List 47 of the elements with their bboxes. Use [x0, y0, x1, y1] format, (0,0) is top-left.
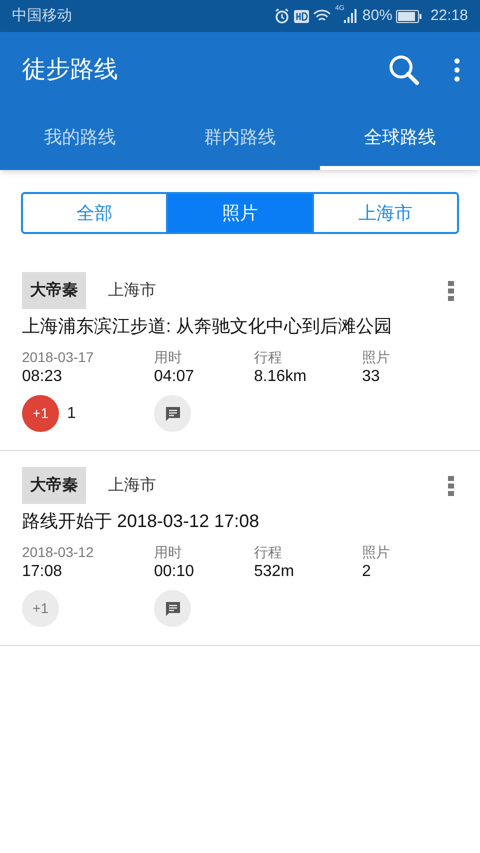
battery-percent: 80% — [362, 6, 392, 26]
alarm-icon — [274, 8, 290, 24]
plus-one-button[interactable]: +1 — [22, 590, 59, 627]
distance-value: 532m — [254, 562, 296, 582]
photo-count: 33 — [362, 367, 381, 387]
tab[interactable]: 全球路线 — [320, 108, 480, 170]
carrier-name: 中国移动 — [12, 6, 72, 26]
filter-segment[interactable]: 上海市 — [312, 194, 457, 232]
city-label: 上海市 — [108, 280, 156, 300]
clock-time: 22:18 — [430, 6, 468, 26]
tab[interactable]: 群内路线 — [160, 108, 320, 170]
author-tag[interactable]: 大帝秦 — [22, 467, 86, 504]
app-title: 徒步路线 — [22, 55, 118, 85]
city-label: 上海市 — [108, 476, 156, 496]
plus-one-button[interactable]: +1 — [22, 395, 59, 432]
stat-label: 用时 — [154, 348, 183, 367]
comment-button[interactable] — [154, 395, 191, 432]
start-time: 17:08 — [22, 562, 64, 582]
more-options-icon[interactable] — [448, 476, 454, 496]
battery-icon — [396, 10, 422, 22]
stat-label: 用时 — [154, 543, 183, 562]
like-count: 1 — [67, 404, 76, 424]
stat-label: 照片 — [362, 348, 391, 367]
start-date: 2018-03-12 — [22, 543, 95, 562]
comment-icon — [164, 406, 180, 422]
start-date: 2018-03-17 — [22, 348, 95, 367]
wifi-icon — [313, 9, 332, 23]
hd-icon — [294, 10, 310, 22]
author-tag[interactable]: 大帝秦 — [22, 272, 86, 309]
photo-count: 2 — [362, 562, 372, 582]
filter-segment[interactable]: 照片 — [166, 194, 312, 232]
stat-label: 行程 — [254, 348, 283, 367]
duration-value: 00:10 — [154, 562, 196, 582]
route-title[interactable]: 路线开始于 2018-03-12 17:08 — [22, 508, 454, 534]
signal-icon — [344, 9, 358, 23]
more-options-icon[interactable] — [454, 58, 460, 82]
start-time: 08:23 — [22, 367, 64, 387]
route-title[interactable]: 上海浦东滨江步道: 从奔驰文化中心到后滩公园 — [22, 313, 454, 339]
comment-icon — [164, 600, 180, 616]
tab[interactable]: 我的路线 — [0, 108, 160, 170]
comment-button[interactable] — [154, 590, 191, 627]
stat-label: 行程 — [254, 543, 283, 562]
distance-value: 8.16km — [254, 367, 308, 387]
search-icon[interactable] — [388, 54, 420, 86]
stat-label: 照片 — [362, 543, 391, 562]
duration-value: 04:07 — [154, 367, 196, 387]
more-options-icon[interactable] — [448, 280, 454, 300]
